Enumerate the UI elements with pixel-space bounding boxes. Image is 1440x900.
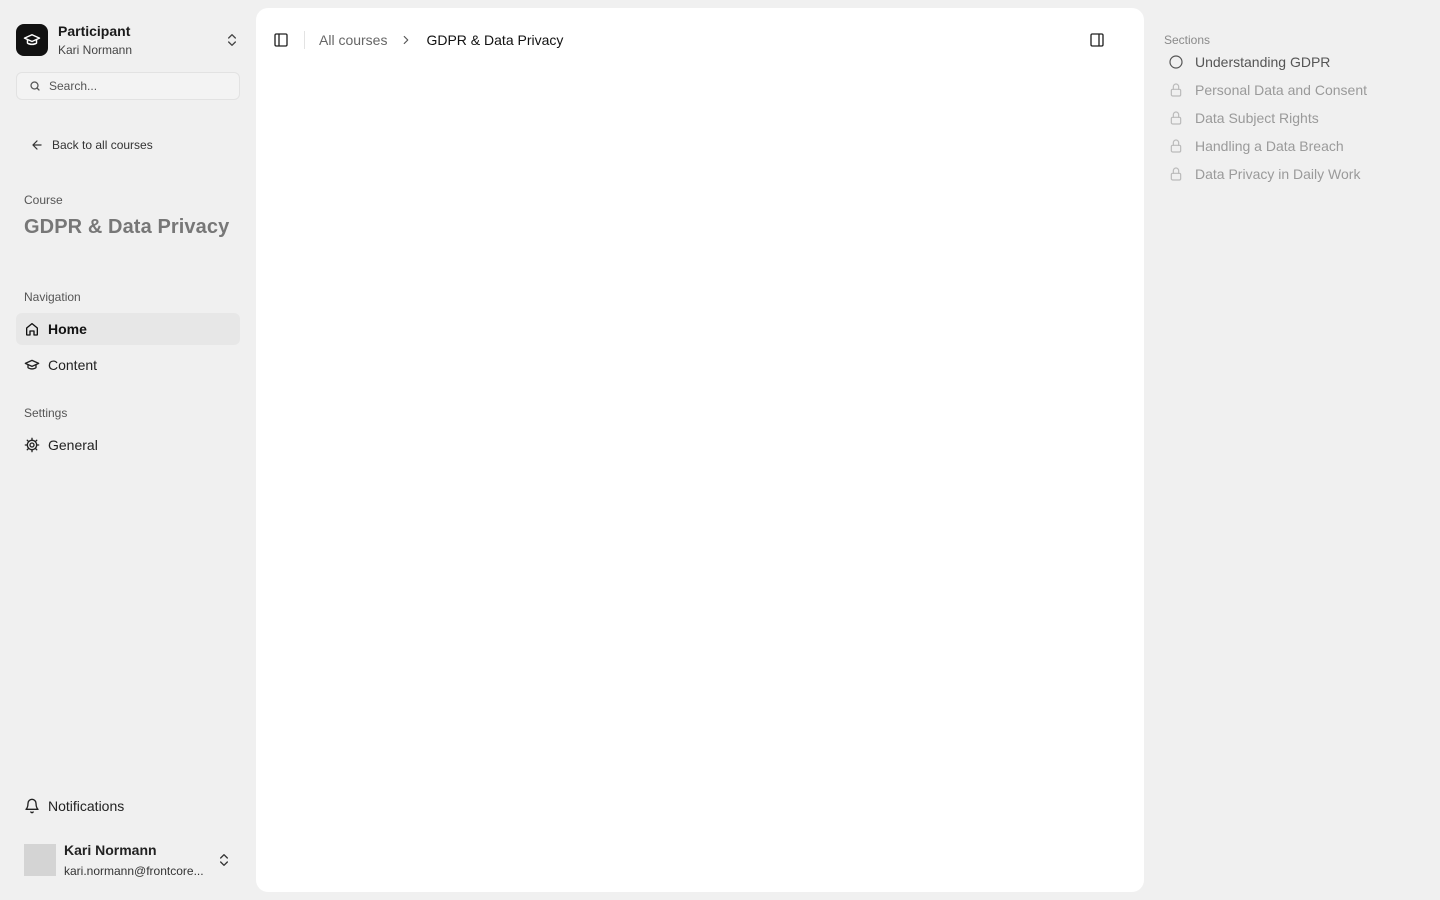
toggle-sidebar-button[interactable] (273, 32, 289, 48)
navigation-label: Navigation (24, 290, 81, 304)
panel-right-icon (1090, 33, 1104, 47)
lock-icon (1168, 110, 1184, 126)
nav-item-home[interactable]: Home (16, 313, 240, 345)
section-title: Understanding GDPR (1195, 54, 1331, 70)
search-input[interactable] (49, 79, 219, 93)
lock-icon (1168, 138, 1184, 154)
section-item[interactable]: Understanding GDPR (1168, 52, 1330, 72)
lock-icon (1168, 166, 1184, 182)
divider (304, 31, 305, 49)
chevrons-up-down-icon (216, 852, 232, 868)
user-email: kari.normann@frontcore... (64, 864, 204, 878)
workspace-subtitle: Kari Normann (58, 43, 133, 57)
section-title: Personal Data and Consent (1195, 82, 1367, 98)
section-item: Data Privacy in Daily Work (1168, 164, 1360, 184)
back-to-courses-link[interactable]: Back to all courses (22, 138, 153, 152)
top-bar: All courses GDPR & Data Privacy (256, 8, 1144, 72)
section-item: Personal Data and Consent (1168, 80, 1367, 100)
chevrons-up-down-icon (224, 32, 240, 48)
sections-panel: Sections Understanding GDPR Personal Dat… (1160, 0, 1440, 900)
course-title: GDPR & Data Privacy (24, 216, 230, 238)
nav-item-label: Home (48, 321, 87, 337)
gear-icon (24, 437, 40, 453)
search-box[interactable] (16, 72, 240, 100)
breadcrumb-current: GDPR & Data Privacy (426, 32, 564, 48)
nav-item-content[interactable]: Content (16, 349, 240, 381)
lock-icon (1168, 82, 1184, 98)
home-icon (24, 321, 40, 337)
nav-item-label: Content (48, 357, 98, 373)
course-label: Course (24, 193, 63, 207)
chevron-right-icon (399, 33, 413, 47)
avatar (24, 844, 56, 876)
breadcrumb: All courses GDPR & Data Privacy (319, 32, 563, 48)
panel-left-icon (274, 33, 288, 47)
bell-icon (24, 798, 40, 814)
section-title: Data Privacy in Daily Work (1195, 166, 1361, 182)
toggle-sections-panel-button[interactable] (1089, 32, 1105, 48)
breadcrumb-all-courses[interactable]: All courses (319, 32, 387, 48)
user-menu[interactable]: Kari Normann kari.normann@frontcore... (24, 840, 240, 880)
nav-item-label: General (48, 437, 98, 453)
circle-icon (1168, 54, 1184, 70)
section-item: Data Subject Rights (1168, 108, 1319, 128)
graduation-cap-logo-icon (16, 24, 48, 56)
notifications-label: Notifications (48, 798, 125, 814)
workspace-title: Participant (58, 23, 131, 39)
graduation-cap-icon (24, 357, 40, 373)
workspace-switcher[interactable]: Participant Kari Normann (16, 22, 244, 58)
back-link-label: Back to all courses (52, 138, 153, 152)
notifications-button[interactable]: Notifications (16, 790, 240, 822)
nav-item-general[interactable]: General (16, 429, 240, 461)
arrow-left-icon (30, 138, 44, 152)
user-name: Kari Normann (64, 842, 157, 858)
sidebar: Participant Kari Normann Back to all cou… (0, 0, 256, 900)
section-title: Data Subject Rights (1195, 110, 1319, 126)
main-panel: All courses GDPR & Data Privacy (256, 8, 1144, 892)
sections-label: Sections (1164, 33, 1211, 47)
section-item: Handling a Data Breach (1168, 136, 1344, 156)
settings-label: Settings (24, 406, 68, 420)
search-icon (29, 80, 41, 92)
section-title: Handling a Data Breach (1195, 138, 1344, 154)
